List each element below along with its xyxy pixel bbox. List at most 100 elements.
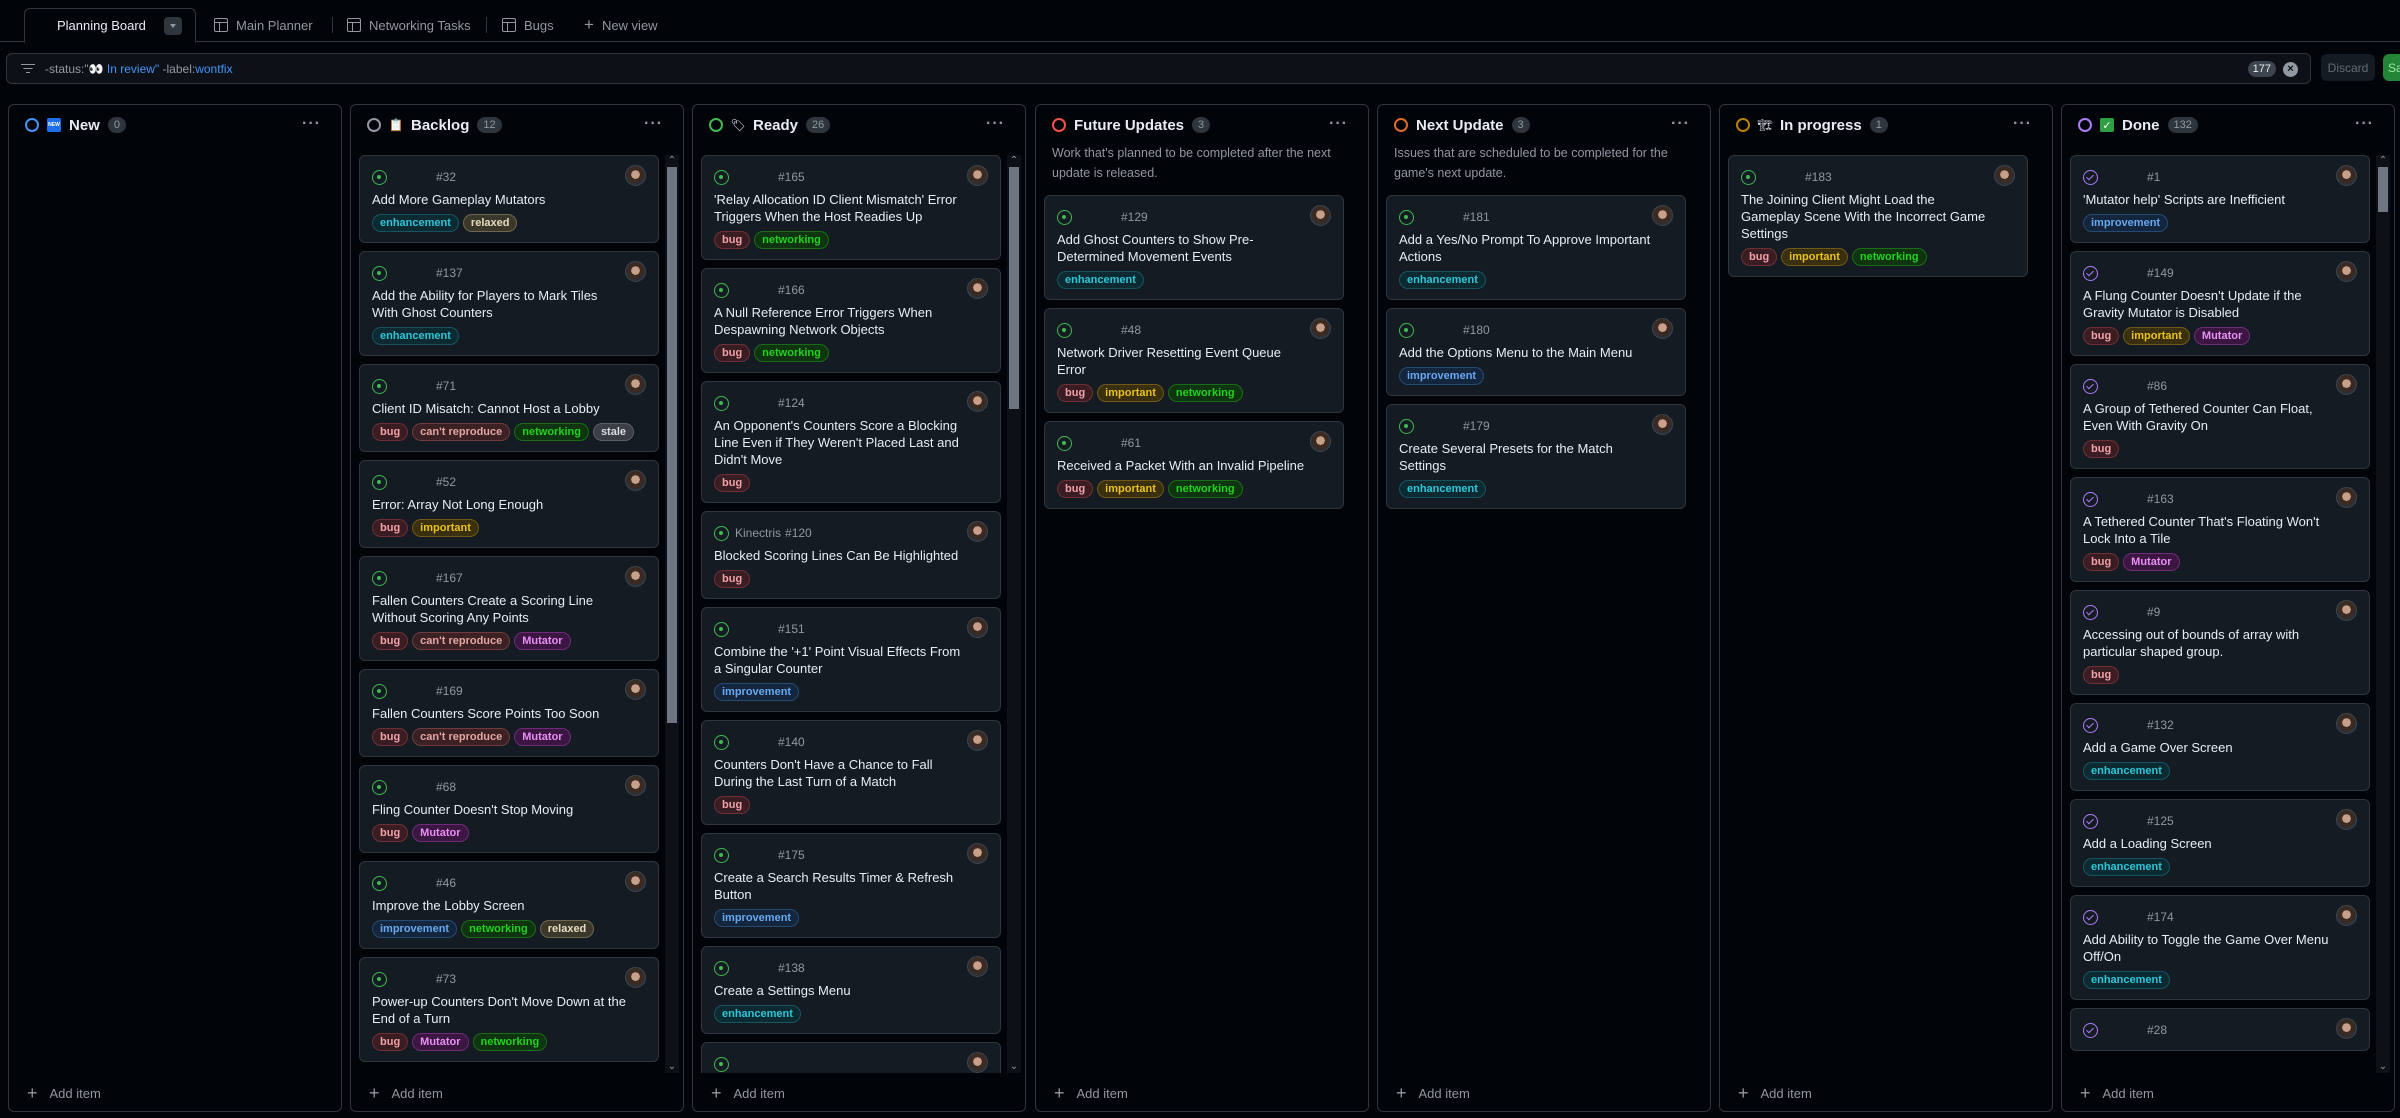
issue-title[interactable]: Add the Options Menu to the Main Menu	[1399, 344, 1673, 361]
issue-title[interactable]: An Opponent's Counters Score a Blocking …	[714, 417, 988, 468]
issue-card[interactable]: #125 Add a Loading Screen enhancement	[2070, 799, 2370, 887]
issue-title[interactable]: A Null Reference Error Triggers When Des…	[714, 304, 988, 338]
issue-title[interactable]: Power-up Counters Don't Move Down at the…	[372, 993, 646, 1027]
column-menu-button[interactable]: ···	[1671, 115, 1690, 133]
assignee-avatar[interactable]	[1310, 205, 1331, 226]
assignee-avatar[interactable]	[2336, 713, 2357, 734]
label-bug[interactable]: bug	[714, 474, 751, 492]
assignee-avatar[interactable]	[625, 566, 646, 587]
issue-title[interactable]: Network Driver Resetting Event Queue Err…	[1057, 344, 1331, 378]
label-relaxed[interactable]: relaxed	[462, 214, 518, 232]
add-item-button[interactable]: + Add item	[1054, 1083, 1128, 1103]
label-enhancement[interactable]: enhancement	[1057, 271, 1144, 289]
assignee-avatar[interactable]	[967, 617, 988, 638]
issue-title[interactable]: Counters Don't Have a Chance to Fall Dur…	[714, 756, 988, 790]
add-item-button[interactable]: + Add item	[1738, 1083, 1812, 1103]
scroll-down-icon[interactable]: ⌄	[2376, 1061, 2390, 1073]
issue-title[interactable]: 'Relay Allocation ID Client Mismatch' Er…	[714, 191, 988, 225]
issue-title[interactable]: Add a Yes/No Prompt To Approve Important…	[1399, 231, 1673, 265]
assignee-avatar[interactable]	[625, 871, 646, 892]
issue-card[interactable]: #140 Counters Don't Have a Chance to Fall…	[701, 720, 1001, 825]
issue-card[interactable]: #32 Add More Gameplay Mutators enhancement…	[359, 155, 659, 243]
scroll-down-icon[interactable]: ⌄	[665, 1061, 679, 1073]
add-item-button[interactable]: + Add item	[1396, 1083, 1470, 1103]
label-enhancement[interactable]: enhancement	[1399, 480, 1486, 498]
scrollbar-thumb[interactable]	[2378, 167, 2388, 212]
label-bug[interactable]: bug	[714, 796, 751, 814]
assignee-avatar[interactable]	[1310, 431, 1331, 452]
label-improvement[interactable]: improvement	[714, 683, 800, 701]
issue-title[interactable]: Received a Packet With an Invalid Pipeli…	[1057, 457, 1331, 474]
issue-title[interactable]: Blocked Scoring Lines Can Be Highlighted	[714, 547, 988, 564]
label-bug[interactable]: bug	[1741, 248, 1778, 266]
column-menu-button[interactable]: ···	[2355, 115, 2374, 133]
assignee-avatar[interactable]	[625, 679, 646, 700]
issue-card[interactable]: #180 Add the Options Menu to the Main Men…	[1386, 308, 1686, 396]
issue-card[interactable]: #151 Combine the '+1' Point Visual Effect…	[701, 607, 1001, 712]
issue-card[interactable]: #165 'Relay Allocation ID Client Mismatch…	[701, 155, 1001, 260]
column-menu-button[interactable]: ···	[986, 115, 1005, 133]
tab-networking-tasks[interactable]: Networking Tasks	[337, 8, 481, 42]
issue-title[interactable]: Fallen Counters Create a Scoring Line Wi…	[372, 592, 646, 626]
assignee-avatar[interactable]	[1652, 318, 1673, 339]
issue-title[interactable]: Fallen Counters Score Points Too Soon	[372, 705, 646, 722]
label-bug[interactable]: bug	[372, 423, 409, 441]
filter-bar[interactable]: -status:"👀 In review" -label:wontfix 177…	[6, 53, 2311, 84]
assignee-avatar[interactable]	[967, 730, 988, 751]
issue-card[interactable]: #179 Create Several Presets for the Match…	[1386, 404, 1686, 509]
issue-card[interactable]: #181 Add a Yes/No Prompt To Approve Impor…	[1386, 195, 1686, 300]
label-can-t-reproduce[interactable]: can't reproduce	[412, 632, 511, 650]
column-scrollbar[interactable]: ⌃ ⌄	[1007, 155, 1021, 1073]
label-bug[interactable]: bug	[2083, 440, 2120, 458]
label-bug[interactable]: bug	[2083, 666, 2120, 684]
add-item-button[interactable]: + Add item	[369, 1083, 443, 1103]
label-enhancement[interactable]: enhancement	[372, 214, 459, 232]
issue-card[interactable]: #124 An Opponent's Counters Score a Block…	[701, 381, 1001, 503]
tab-planning-board[interactable]: Planning Board	[24, 8, 196, 129]
issue-card[interactable]: #169 Fallen Counters Score Points Too Soo…	[359, 669, 659, 757]
issue-card[interactable]: #52 Error: Array Not Long Enough bug import…	[359, 460, 659, 548]
issue-title[interactable]: Create a Settings Menu	[714, 982, 988, 999]
add-item-button[interactable]: + Add item	[2080, 1083, 2154, 1103]
label-mutator[interactable]: Mutator	[2123, 553, 2180, 571]
label-enhancement[interactable]: enhancement	[2083, 762, 2170, 780]
assignee-avatar[interactable]	[2336, 165, 2357, 186]
label-mutator[interactable]: Mutator	[2193, 327, 2251, 345]
label-enhancement[interactable]: enhancement	[2083, 858, 2170, 876]
assignee-avatar[interactable]	[967, 843, 988, 864]
save-button[interactable]: Save	[2383, 54, 2400, 81]
issue-card[interactable]: Kinectris #120 Blocked Scoring Lines Can …	[701, 511, 1001, 599]
issue-card[interactable]: #174 Add Ability to Toggle the Game Over …	[2070, 895, 2370, 1000]
issue-title[interactable]: Add the Ability for Players to Mark Tile…	[372, 287, 646, 321]
issue-title[interactable]: Add Ghost Counters to Show Pre-Determine…	[1057, 231, 1331, 265]
filter-query[interactable]: -status:"👀 In review" -label:wontfix	[45, 62, 233, 76]
issue-card[interactable]: #175 Create a Search Results Timer & Refr…	[701, 833, 1001, 938]
label-mutator[interactable]: Mutator	[412, 824, 469, 842]
issue-card[interactable]: #86 A Group of Tethered Counter Can Float…	[2070, 364, 2370, 469]
label-improvement[interactable]: improvement	[1399, 367, 1485, 385]
label-enhancement[interactable]: enhancement	[372, 327, 459, 345]
issue-card[interactable]: #163 A Tethered Counter That's Floating W…	[2070, 477, 2370, 582]
label-mutator[interactable]: Mutator	[514, 728, 571, 746]
add-item-button[interactable]: + Add item	[711, 1083, 785, 1103]
label-enhancement[interactable]: enhancement	[2083, 971, 2170, 989]
column-scrollbar[interactable]: ⌃ ⌄	[665, 155, 679, 1073]
column-menu-button[interactable]: ···	[302, 115, 321, 133]
discard-button[interactable]: Discard	[2321, 54, 2375, 81]
assignee-avatar[interactable]	[967, 1052, 988, 1073]
scroll-up-icon[interactable]: ⌃	[1007, 155, 1021, 167]
view-options-dropdown[interactable]	[163, 16, 182, 35]
label-relaxed[interactable]: relaxed	[539, 920, 595, 938]
label-mutator[interactable]: Mutator	[412, 1033, 469, 1051]
assignee-avatar[interactable]	[2336, 1018, 2357, 1039]
label-improvement[interactable]: improvement	[2083, 214, 2169, 232]
label-networking[interactable]: networking	[754, 231, 829, 249]
label-enhancement[interactable]: enhancement	[714, 1005, 801, 1023]
label-networking[interactable]: networking	[1167, 384, 1243, 402]
label-improvement[interactable]: improvement	[714, 909, 800, 927]
assignee-avatar[interactable]	[967, 165, 988, 186]
assignee-avatar[interactable]	[1310, 318, 1331, 339]
issue-title[interactable]: Error: Array Not Long Enough	[372, 496, 646, 513]
assignee-avatar[interactable]	[2336, 487, 2357, 508]
label-improvement[interactable]: improvement	[372, 920, 458, 938]
